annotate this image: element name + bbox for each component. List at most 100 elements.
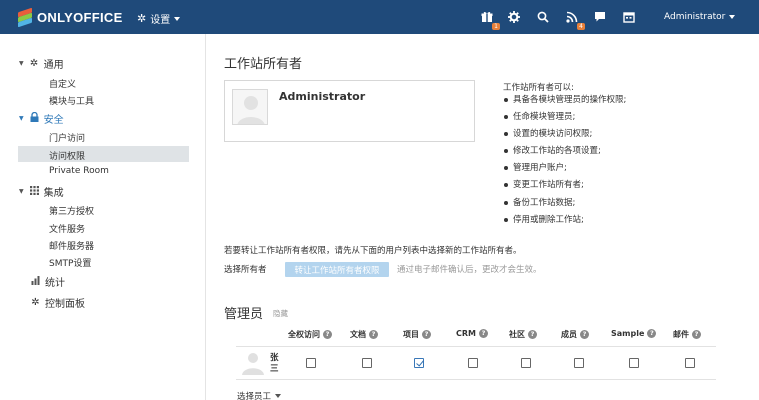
table-divider (236, 379, 716, 380)
logo-text: ONLYOFFICE (37, 9, 123, 25)
column-header-mail: 邮件? (673, 329, 701, 340)
gear-icon: ✲ (137, 12, 147, 25)
sidebar-group-label: 通用 (43, 60, 64, 71)
column-header-sample: Sample? (611, 329, 657, 338)
sidebar-selected-highlight (18, 146, 189, 162)
sidebar-group-integration[interactable]: ▼ 集成 (19, 184, 64, 199)
sidebar-item-private-room[interactable]: Private Room (49, 166, 109, 176)
column-label: 邮件 (673, 330, 689, 339)
bar-chart-icon (30, 275, 41, 288)
triangle-down-icon: ▼ (19, 188, 24, 195)
column-header-crm: CRM? (456, 329, 488, 338)
calendar-icon[interactable] (622, 10, 636, 24)
checkbox-community[interactable] (521, 358, 531, 368)
admins-title: 管理员 (224, 307, 264, 322)
sidebar-item-portal-access[interactable]: 门户访问 (49, 131, 85, 144)
sidebar (0, 34, 206, 400)
cog-icon: ✲ (31, 297, 40, 308)
checkbox-people[interactable] (574, 358, 584, 368)
sidebar-group-label: 安全 (43, 115, 64, 126)
list-item: 备份工作站数据; (503, 197, 626, 214)
gear-icon[interactable] (507, 10, 521, 24)
select-users-label: 选择员工 (237, 392, 272, 400)
list-item: 具备各模块管理员的操作权限; (503, 94, 626, 111)
transfer-description: 若要转让工作站所有者权限，请先从下面的用户列表中选择新的工作站所有者。 (224, 246, 522, 256)
owner-name: Administrator (279, 90, 366, 103)
column-label: 文档 (350, 330, 366, 339)
sidebar-group-label: 控制面板 (45, 299, 85, 310)
list-item: 变更工作站所有者; (503, 179, 626, 196)
admin-name[interactable]: 张三 (270, 353, 280, 375)
page-title: 工作站所有者 (224, 57, 303, 72)
column-label: 全权访问 (288, 330, 320, 339)
help-icon[interactable]: ? (528, 330, 537, 339)
chat-icon[interactable] (593, 10, 607, 24)
column-header-projects: 项目? (403, 329, 431, 340)
avatar (240, 349, 266, 375)
feed-icon[interactable]: 4 (565, 10, 585, 30)
column-header-documents: 文档? (350, 329, 378, 340)
choose-owner-label[interactable]: 选择所有者 (224, 263, 267, 275)
checkbox-mail[interactable] (685, 358, 695, 368)
search-icon[interactable] (536, 10, 550, 24)
help-icon[interactable]: ? (479, 329, 488, 338)
sidebar-item-mail-server[interactable]: 邮件服务器 (49, 239, 94, 252)
help-icon[interactable]: ? (692, 330, 701, 339)
settings-menu-label: 设置 (150, 15, 171, 26)
transfer-owner-button[interactable]: 转让工作站所有者权限 (285, 262, 389, 277)
gear-icon: ✲ (29, 58, 39, 69)
user-menu[interactable]: Administrator (664, 12, 736, 22)
checkbox-full-access[interactable] (306, 358, 316, 368)
hide-admins-link[interactable]: 隐藏 (273, 308, 288, 319)
list-item: 任命模块管理员; (503, 111, 626, 128)
checkbox-sample[interactable] (629, 358, 639, 368)
select-users-dropdown[interactable]: 选择员工 (237, 390, 282, 400)
sidebar-item-smtp-settings[interactable]: SMTP设置 (49, 256, 91, 269)
sidebar-group-statistics[interactable]: 统计 (30, 274, 65, 289)
onlyoffice-logo[interactable]: ONLYOFFICE (17, 7, 123, 28)
help-icon[interactable]: ? (323, 330, 332, 339)
triangle-down-icon: ▼ (19, 60, 24, 67)
column-label: 成员 (561, 330, 577, 339)
sidebar-group-security[interactable]: ▼ 安全 (19, 111, 64, 126)
sidebar-item-modules-tools[interactable]: 模块与工具 (49, 94, 94, 107)
list-item: 修改工作站的各项设置; (503, 145, 626, 162)
column-header-people: 成员? (561, 329, 589, 340)
owner-rights-title: 工作站所有者可以: (503, 83, 574, 93)
sidebar-item-customization[interactable]: 自定义 (49, 77, 76, 90)
sidebar-group-general[interactable]: ▼ ✲ 通用 (19, 56, 64, 71)
owner-rights-list: 具备各模块管理员的操作权限; 任命模块管理员; 设置的模块访问权限; 修改工作站… (503, 94, 626, 231)
grid-icon (29, 185, 40, 198)
help-icon[interactable]: ? (580, 330, 589, 339)
list-item: 停用或删除工作站; (503, 214, 626, 231)
sidebar-group-label: 集成 (43, 188, 64, 199)
sidebar-group-control-panel[interactable]: ✲ 控制面板 (30, 295, 85, 310)
sidebar-item-document-service[interactable]: 文件服务 (49, 222, 85, 235)
column-label: 社区 (509, 330, 525, 339)
column-header-full-access: 全权访问? (288, 329, 332, 340)
gift-icon[interactable]: 1 (480, 10, 500, 30)
checkbox-crm[interactable] (468, 358, 478, 368)
column-label: CRM (456, 329, 476, 338)
lock-icon (29, 111, 40, 125)
sidebar-item-access-rights[interactable]: 访问权限 (49, 149, 85, 162)
checkbox-documents[interactable] (362, 358, 372, 368)
transfer-hint: 通过电子邮件确认后，更改才会生效。 (397, 265, 542, 275)
help-icon[interactable]: ? (647, 329, 657, 338)
help-icon[interactable]: ? (422, 330, 431, 339)
gift-badge: 1 (492, 23, 500, 30)
checkbox-projects[interactable] (414, 358, 424, 368)
chevron-down-icon (729, 15, 736, 19)
list-item: 设置的模块访问权限; (503, 128, 626, 145)
help-icon[interactable]: ? (369, 330, 378, 339)
feed-badge: 4 (577, 23, 585, 30)
chevron-down-icon (275, 394, 282, 398)
sidebar-item-third-party-auth[interactable]: 第三方授权 (49, 204, 94, 217)
top-bar: ONLYOFFICE ✲ 设置 1 4 Administrator (0, 0, 759, 34)
column-header-community: 社区? (509, 329, 537, 340)
triangle-down-icon: ▼ (19, 115, 24, 122)
table-divider (236, 346, 716, 347)
sidebar-group-label: 统计 (45, 278, 65, 289)
avatar (232, 89, 268, 125)
settings-menu[interactable]: ✲ 设置 (137, 11, 181, 26)
